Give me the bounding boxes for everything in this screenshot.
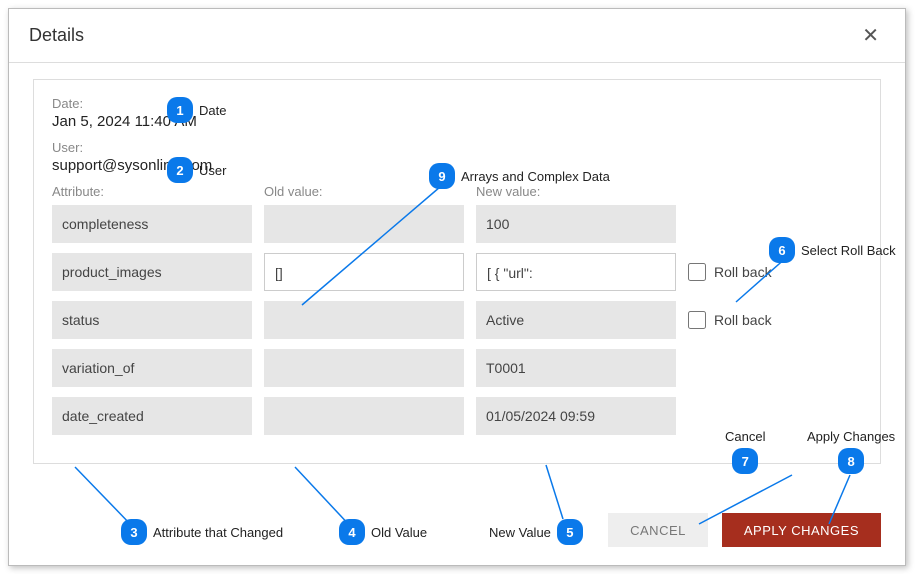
old-value-cell[interactable]: []	[264, 253, 464, 291]
callout-4: 4Old Value	[339, 519, 427, 545]
apply-changes-button[interactable]: APPLY CHANGES	[722, 513, 881, 547]
attribute-cell: product_images	[52, 253, 252, 291]
cancel-button[interactable]: CANCEL	[608, 513, 708, 547]
rollback-label: Roll back	[714, 312, 772, 328]
attribute-cell: completeness	[52, 205, 252, 243]
rollback-control[interactable]: Roll back	[688, 263, 868, 281]
rollback-label: Roll back	[714, 264, 772, 280]
rollback-checkbox[interactable]	[688, 263, 706, 281]
user-value: support@sysonline.com	[52, 157, 862, 174]
table-row: date_created 01/05/2024 09:59	[52, 397, 862, 435]
new-value-cell: 100	[476, 205, 676, 243]
table-row: status Active Roll back	[52, 301, 862, 339]
col-new: New value:	[476, 184, 676, 199]
columns-header: Attribute: Old value: New value:	[52, 184, 862, 199]
old-value-cell	[264, 205, 464, 243]
new-value-cell[interactable]: [ { "url":	[476, 253, 676, 291]
date-value: Jan 5, 2024 11:40 AM	[52, 113, 862, 130]
date-label: Date:	[52, 96, 862, 111]
new-value-cell: T0001	[476, 349, 676, 387]
dialog-title: Details	[29, 25, 84, 46]
callout-5: 5New Value	[489, 519, 583, 545]
table-row: completeness 100	[52, 205, 862, 243]
col-old: Old value:	[264, 184, 464, 199]
old-value-cell	[264, 349, 464, 387]
rollback-control[interactable]: Roll back	[688, 311, 868, 329]
dialog-header: Details ✕	[9, 9, 905, 63]
button-bar: CANCEL APPLY CHANGES	[608, 513, 881, 547]
details-dialog: Details ✕ Date: Jan 5, 2024 11:40 AM Use…	[8, 8, 906, 566]
close-icon[interactable]: ✕	[856, 21, 885, 50]
user-label: User:	[52, 140, 862, 155]
table-row: variation_of T0001	[52, 349, 862, 387]
attribute-cell: variation_of	[52, 349, 252, 387]
attribute-cell: date_created	[52, 397, 252, 435]
old-value-cell	[264, 301, 464, 339]
new-value-cell: 01/05/2024 09:59	[476, 397, 676, 435]
old-value-cell	[264, 397, 464, 435]
rollback-checkbox[interactable]	[688, 311, 706, 329]
new-value-cell: Active	[476, 301, 676, 339]
col-attribute: Attribute:	[52, 184, 252, 199]
table-row: product_images [] [ { "url": Roll back	[52, 253, 862, 291]
callout-3: 3Attribute that Changed	[121, 519, 283, 545]
attribute-cell: status	[52, 301, 252, 339]
content-box: Date: Jan 5, 2024 11:40 AM User: support…	[33, 79, 881, 464]
